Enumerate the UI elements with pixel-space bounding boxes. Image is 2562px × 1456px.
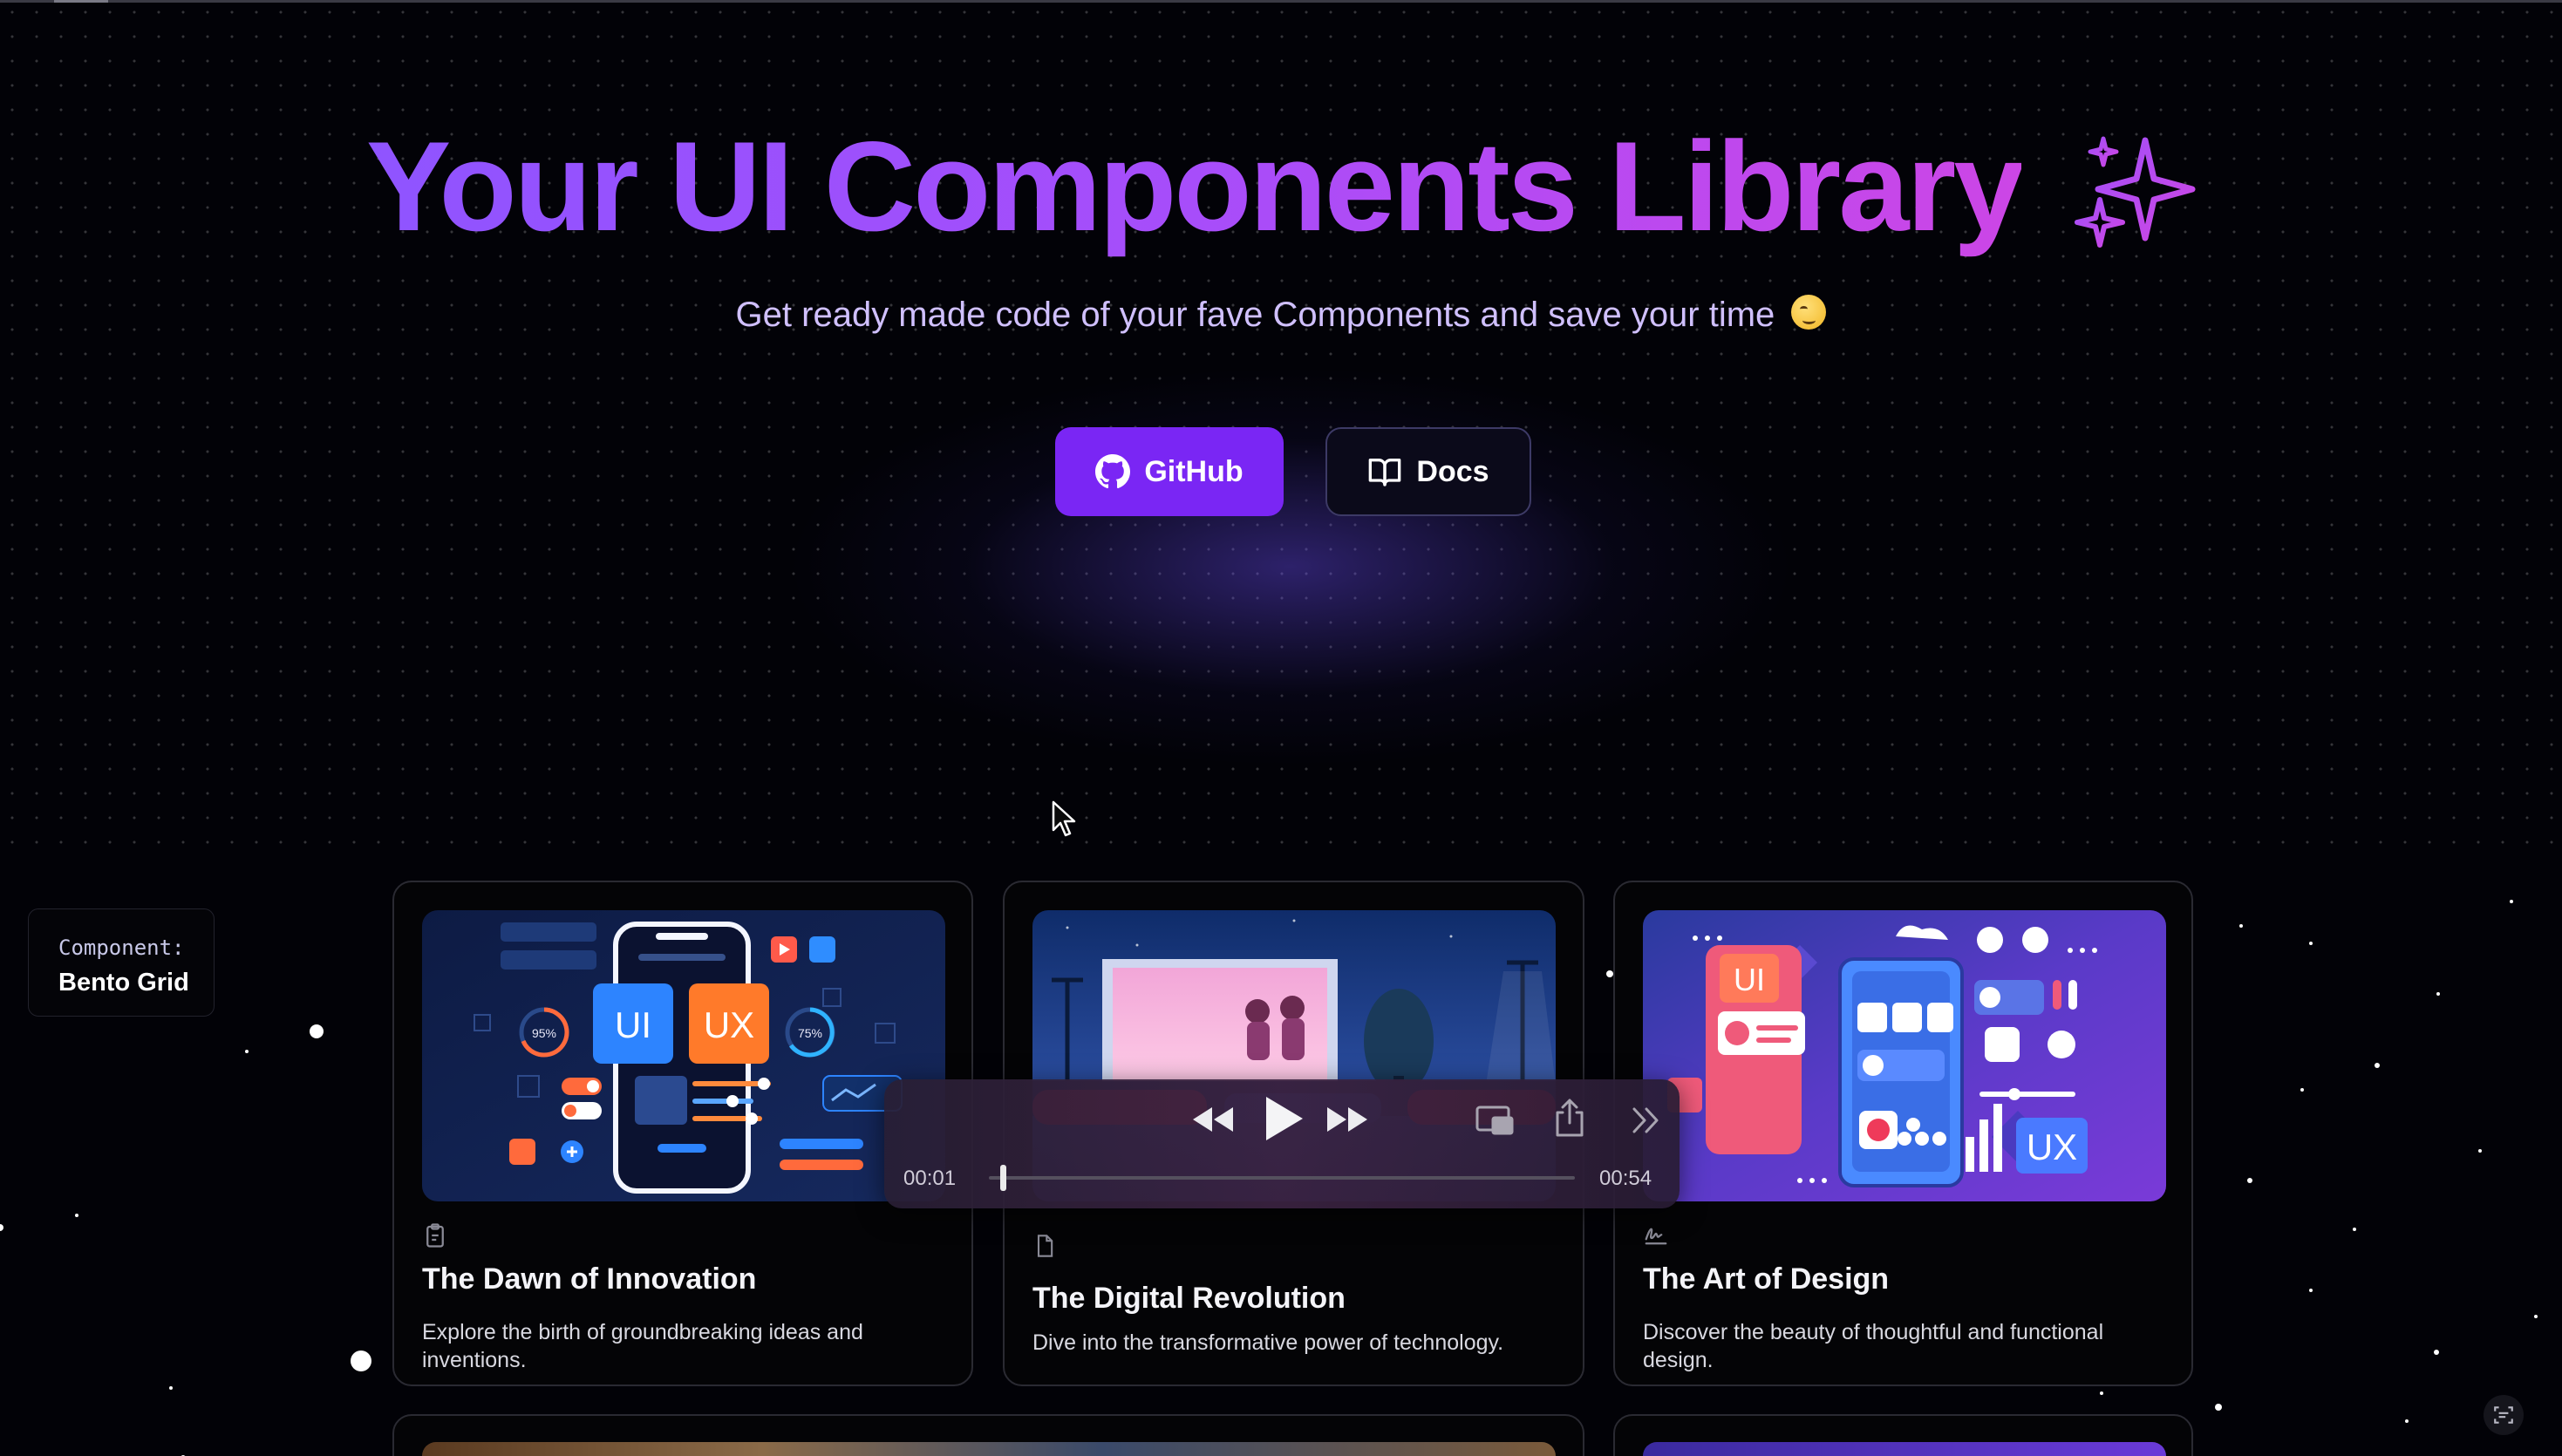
ux-art-label: UX bbox=[704, 1004, 754, 1045]
hero-subtitle: Get ready made code of your fave Compone… bbox=[0, 295, 2562, 335]
current-time: 00:01 bbox=[903, 1167, 957, 1190]
card-image-design-tools: UI UX bbox=[1643, 910, 2166, 1201]
signature-icon bbox=[1645, 1228, 1667, 1245]
component-tag: Component: Bento Grid bbox=[28, 908, 215, 1017]
bento-card-bottom-right[interactable] bbox=[1613, 1414, 2193, 1456]
book-open-icon bbox=[1369, 459, 1401, 486]
hero-subtitle-text: Get ready made code of your fave Compone… bbox=[735, 296, 1775, 334]
hero-title: Your UI Components Library bbox=[0, 113, 2562, 260]
card-image-ui-ux: 95% 75% UI UX bbox=[422, 910, 945, 1201]
glow-spotlight bbox=[785, 366, 1796, 767]
picture-in-picture-icon[interactable] bbox=[1475, 1104, 1516, 1137]
card-image-partial bbox=[422, 1442, 1556, 1456]
scan-text-button[interactable] bbox=[2484, 1395, 2524, 1435]
github-button[interactable]: GitHub bbox=[1055, 427, 1284, 516]
card-title: The Digital Revolution bbox=[1032, 1282, 1346, 1315]
card-title: The Dawn of Innovation bbox=[422, 1262, 757, 1296]
github-icon bbox=[1095, 454, 1131, 489]
card-description: Discover the beauty of thoughtful and fu… bbox=[1643, 1320, 2104, 1372]
duration-time: 00:54 bbox=[1599, 1167, 1652, 1190]
scan-icon bbox=[2494, 1406, 2513, 1424]
ui-art-label-design: UI bbox=[1734, 962, 1765, 997]
gauge-right-label: 75% bbox=[798, 1026, 822, 1040]
card-description: Explore the birth of groundbreaking idea… bbox=[422, 1320, 863, 1372]
play-icon[interactable] bbox=[1261, 1093, 1306, 1144]
docs-button[interactable]: Docs bbox=[1325, 427, 1531, 516]
progress-track[interactable] bbox=[989, 1165, 1575, 1191]
chevrons-right-icon[interactable] bbox=[1631, 1106, 1660, 1135]
card-description: Dive into the transformative power of te… bbox=[1032, 1330, 1504, 1355]
ux-art-label-design: UX bbox=[2027, 1126, 2077, 1167]
sparkles-icon bbox=[2075, 136, 2196, 248]
progress-thumb[interactable] bbox=[1000, 1165, 1007, 1191]
card-image-partial bbox=[1643, 1442, 2166, 1456]
video-player-controls: 00:01 00:54 bbox=[884, 1079, 1680, 1208]
file-icon bbox=[1037, 1235, 1053, 1257]
bento-card-art-of-design[interactable]: UI UX The Art of Design Discover the bea… bbox=[1613, 881, 2193, 1386]
gauge-left-label: 95% bbox=[532, 1026, 556, 1040]
component-tag-label: Component: bbox=[58, 936, 185, 960]
github-button-label: GitHub bbox=[1144, 454, 1244, 488]
hero-title-text: Your UI Components Library bbox=[365, 115, 2025, 257]
rewind-icon[interactable] bbox=[1189, 1104, 1235, 1135]
component-tag-value: Bento Grid bbox=[58, 969, 189, 997]
bento-card-bottom-wide[interactable] bbox=[392, 1414, 1584, 1456]
winking-face-emoji-icon bbox=[1791, 295, 1827, 330]
docs-button-label: Docs bbox=[1416, 454, 1489, 488]
share-icon[interactable] bbox=[1554, 1099, 1585, 1137]
fast-forward-icon[interactable] bbox=[1325, 1104, 1371, 1135]
ui-art-label: UI bbox=[615, 1004, 651, 1045]
clipboard-icon bbox=[426, 1223, 444, 1248]
mouse-cursor-icon bbox=[1052, 800, 1076, 837]
card-title: The Art of Design bbox=[1643, 1262, 1890, 1296]
